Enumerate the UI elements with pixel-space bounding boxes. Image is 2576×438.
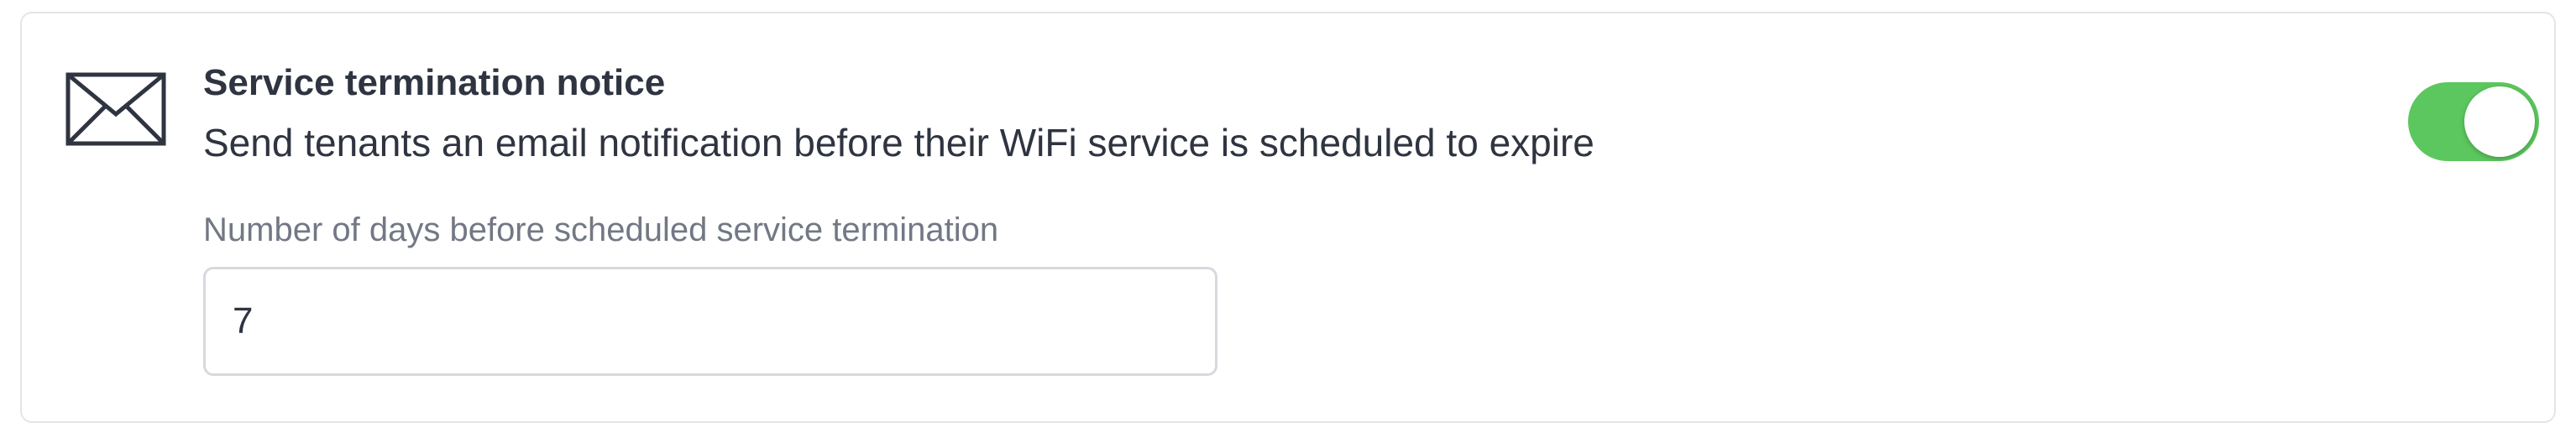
notification-title: Service termination notice [203,62,666,103]
toggle-knob [2464,86,2535,157]
days-field-label: Number of days before scheduled service … [203,211,999,248]
notification-settings-card: Service termination notice Send tenants … [20,12,2556,423]
envelope-icon [65,72,166,146]
days-before-termination-input[interactable] [203,267,1217,376]
notification-content: Service termination notice Send tenants … [203,59,2134,376]
notification-description: Send tenants an email notification befor… [203,121,1594,164]
notification-enabled-toggle[interactable] [2408,82,2539,161]
